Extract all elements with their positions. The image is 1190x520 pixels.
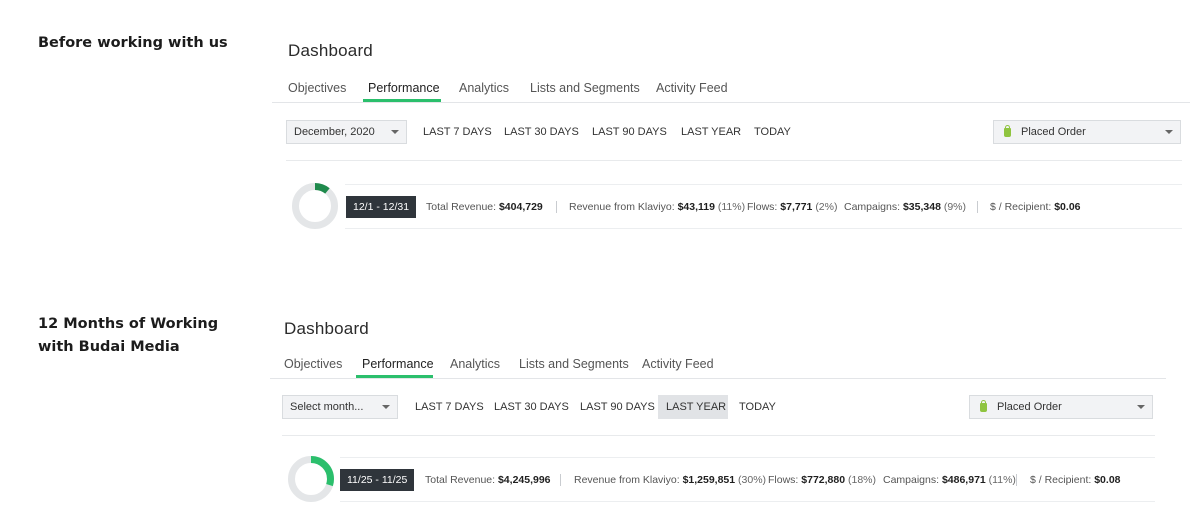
stat-per-recipient: $ / Recipient: $0.08 — [1030, 473, 1121, 487]
stat-percent: (11%) — [717, 201, 746, 213]
chevron-down-icon — [382, 405, 390, 409]
stat-percent: (30%) — [738, 474, 767, 486]
stat-value: $404,729 — [498, 201, 543, 213]
section-heading-before: Before working with us — [38, 35, 228, 51]
shopify-bag-icon — [1004, 125, 1011, 137]
dashboard-title: Dashboard — [288, 41, 373, 60]
stat-percent: (11%) — [988, 474, 1016, 486]
metric-select[interactable]: Placed Order — [969, 395, 1153, 419]
stats-bottom-divider — [345, 228, 1182, 229]
range-last-year[interactable]: LAST YEAR — [658, 395, 728, 419]
stat-label: Total Revenue: — [425, 474, 496, 486]
donut-track — [292, 183, 338, 229]
range-last-90-days[interactable]: LAST 90 DAYS — [584, 120, 675, 144]
date-toolbar: Select month... LAST 7 DAYS LAST 30 DAYS… — [0, 395, 1190, 419]
range-last-30-days[interactable]: LAST 30 DAYS — [486, 395, 577, 419]
stat-campaigns: Campaigns: $35,348 (9%) — [844, 200, 966, 214]
date-range-chip: 11/25 - 11/25 — [340, 469, 415, 491]
section-heading-after: 12 Months of Working with Budai Media — [38, 316, 219, 355]
stat-value: $7,771 — [780, 201, 813, 213]
range-last-30-days[interactable]: LAST 30 DAYS — [496, 120, 587, 144]
stat-flows: Flows: $7,771 (2%) — [747, 200, 837, 214]
stat-percent: (18%) — [847, 474, 876, 486]
metric-select-value: Placed Order — [997, 401, 1062, 413]
klaviyo-share-donut — [288, 456, 334, 502]
stat-label: $ / Recipient: — [990, 201, 1052, 213]
stat-value: $0.06 — [1054, 201, 1081, 213]
stat-campaigns: Campaigns: $486,971 (11%) — [883, 473, 1016, 487]
stat-value: $0.08 — [1094, 474, 1121, 486]
tabs-divider — [270, 378, 1166, 379]
toolbar-divider — [282, 435, 1155, 436]
range-today[interactable]: TODAY — [731, 395, 784, 419]
stat-klaviyo-revenue: Revenue from Klaviyo: $1,259,851 (30%) — [574, 473, 766, 487]
chevron-down-icon — [1137, 405, 1145, 409]
stat-label: Campaigns: — [844, 201, 901, 213]
date-toolbar: December, 2020 LAST 7 DAYS LAST 30 DAYS … — [0, 120, 1190, 144]
metric-select[interactable]: Placed Order — [993, 120, 1181, 144]
tabs-divider — [272, 102, 1190, 103]
stat-separator — [560, 474, 561, 486]
chevron-down-icon — [391, 130, 399, 134]
range-last-90-days[interactable]: LAST 90 DAYS — [572, 395, 663, 419]
stat-value: $43,119 — [677, 201, 715, 213]
stat-value: $1,259,851 — [682, 474, 736, 486]
stat-value: $35,348 — [902, 201, 941, 213]
month-select[interactable]: Select month... — [282, 395, 398, 419]
stat-per-recipient: $ / Recipient: $0.06 — [990, 200, 1081, 214]
stat-percent: (9%) — [943, 201, 967, 213]
stat-value: $772,880 — [801, 474, 846, 486]
month-select-value: December, 2020 — [294, 126, 375, 138]
stat-label: Revenue from Klaviyo: — [574, 474, 680, 486]
stat-separator — [977, 201, 978, 213]
stat-klaviyo-revenue: Revenue from Klaviyo: $43,119 (11%) — [569, 200, 745, 214]
stat-separator — [556, 201, 557, 213]
chevron-down-icon — [1165, 130, 1173, 134]
stats-bottom-divider — [340, 501, 1155, 502]
stat-separator — [1016, 474, 1017, 486]
dashboard-title: Dashboard — [284, 319, 369, 338]
range-last-7-days[interactable]: LAST 7 DAYS — [407, 395, 492, 419]
stat-label: Revenue from Klaviyo: — [569, 201, 675, 213]
stat-label: Flows: — [768, 474, 799, 486]
metric-select-value: Placed Order — [1021, 126, 1086, 138]
stat-flows: Flows: $772,880 (18%) — [768, 473, 876, 487]
stat-label: Total Revenue: — [426, 201, 497, 213]
range-last-year[interactable]: LAST YEAR — [673, 120, 749, 144]
stat-label: Flows: — [747, 201, 778, 213]
month-select[interactable]: December, 2020 — [286, 120, 407, 144]
stat-value: $486,971 — [941, 474, 986, 486]
stat-percent: (2%) — [815, 201, 838, 213]
stat-label: $ / Recipient: — [1030, 474, 1092, 486]
shopify-bag-icon — [980, 400, 987, 412]
klaviyo-share-donut — [292, 183, 338, 229]
stat-total-revenue: Total Revenue: $4,245,996 — [425, 473, 551, 487]
stats-top-divider — [345, 184, 1182, 185]
date-range-chip: 12/1 - 12/31 — [346, 196, 417, 218]
range-last-7-days[interactable]: LAST 7 DAYS — [415, 120, 500, 144]
toolbar-divider — [286, 160, 1182, 161]
stat-total-revenue: Total Revenue: $404,729 — [426, 200, 543, 214]
stats-top-divider — [340, 457, 1155, 458]
stat-value: $4,245,996 — [497, 474, 551, 486]
range-today[interactable]: TODAY — [746, 120, 799, 144]
month-select-value: Select month... — [290, 401, 364, 413]
stat-label: Campaigns: — [883, 474, 940, 486]
